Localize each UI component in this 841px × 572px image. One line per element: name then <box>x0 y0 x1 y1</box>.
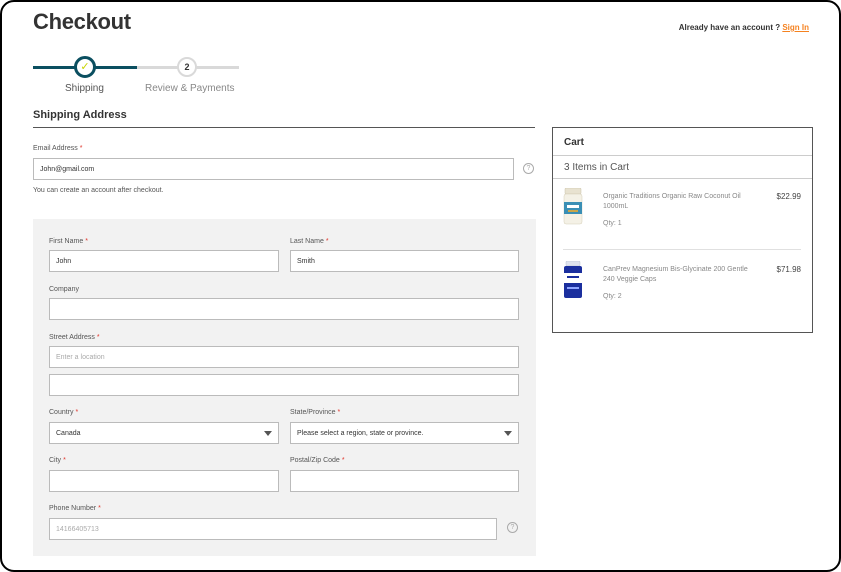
required-marker: * <box>96 334 100 341</box>
step-review-indicator: 2 <box>177 57 197 77</box>
street-label: Street Address * <box>49 334 100 341</box>
email-label-text: Email Address <box>33 145 78 152</box>
page-title: Checkout <box>33 9 131 34</box>
magnesium-product-image <box>564 261 582 298</box>
step-shipping-indicator: ✓ <box>74 56 96 78</box>
help-icon[interactable]: ? <box>523 163 534 174</box>
required-marker: * <box>63 457 66 464</box>
country-label: Country * <box>49 409 78 416</box>
first-name-field[interactable]: John <box>49 250 279 272</box>
checkout-page: Checkout Already have an account ? Sign … <box>0 0 841 572</box>
first-name-label-text: First Name <box>49 238 84 245</box>
section-title: Shipping Address <box>33 109 127 121</box>
cart-item-qty: Qty: 1 <box>603 220 622 227</box>
company-label: Company <box>49 286 79 293</box>
cart-item-price: $22.99 <box>776 192 801 201</box>
phone-label-text: Phone Number <box>49 505 97 512</box>
required-marker: * <box>98 505 101 512</box>
cart-divider <box>553 155 812 156</box>
cart-summary: Cart 3 Items in Cart Organic Traditions … <box>552 127 813 333</box>
country-select[interactable]: Canada <box>49 422 279 444</box>
postal-label: Postal/Zip Code * <box>290 457 345 464</box>
checkmark-icon: ✓ <box>80 60 90 73</box>
account-note: You can create an account after checkout… <box>33 187 164 194</box>
street-address-line2-field[interactable] <box>49 374 519 396</box>
cart-title: Cart <box>564 137 585 148</box>
city-label: City * <box>49 457 66 464</box>
help-icon[interactable]: ? <box>507 522 518 533</box>
account-prompt: Already have an account ? Sign In <box>679 23 809 32</box>
required-marker: * <box>75 409 79 416</box>
phone-field[interactable]: 14166405713 <box>49 518 497 540</box>
postal-label-text: Postal/Zip Code <box>290 457 340 464</box>
street-label-text: Street Address <box>49 334 95 341</box>
state-label-text: State/Province <box>290 409 336 416</box>
state-value: Please select a region, state or provinc… <box>297 429 424 437</box>
required-marker: * <box>337 409 341 416</box>
cart-item-qty: Qty: 2 <box>603 293 622 300</box>
state-select[interactable]: Please select a region, state or provinc… <box>290 422 519 444</box>
sign-in-link[interactable]: Sign In <box>782 23 809 32</box>
phone-label: Phone Number * <box>49 505 101 512</box>
cart-item-count[interactable]: 3 Items in Cart <box>564 162 629 173</box>
postal-code-field[interactable] <box>290 470 519 492</box>
cart-item-price: $71.98 <box>776 265 801 274</box>
chevron-down-icon <box>504 430 512 436</box>
company-field[interactable] <box>49 298 519 320</box>
country-value: Canada <box>56 429 81 437</box>
chevron-down-icon <box>264 430 272 436</box>
city-field[interactable] <box>49 470 279 492</box>
last-name-label: Last Name * <box>290 238 329 245</box>
last-name-label-text: Last Name <box>290 238 324 245</box>
cart-divider <box>553 178 812 179</box>
required-marker: * <box>341 457 345 464</box>
last-name-field[interactable]: Smith <box>290 250 519 272</box>
city-label-text: City <box>49 457 62 464</box>
cart-item-divider <box>563 249 801 250</box>
email-field[interactable]: John@gmail.com <box>33 158 514 180</box>
state-label: State/Province * <box>290 409 340 416</box>
required-marker: * <box>79 145 83 152</box>
street-address-field[interactable]: Enter a location <box>49 346 519 368</box>
step-review-label[interactable]: Review & Payments <box>145 83 234 94</box>
step-shipping-label: Shipping <box>65 83 104 94</box>
required-marker: * <box>85 238 88 245</box>
email-label: Email Address * <box>33 145 82 152</box>
cart-item-name[interactable]: CanPrev Magnesium Bis-Glycinate 200 Gent… <box>603 265 759 285</box>
first-name-label: First Name * <box>49 238 88 245</box>
country-label-text: Country <box>49 409 74 416</box>
section-divider <box>33 127 535 128</box>
required-marker: * <box>325 238 329 245</box>
cart-item-name[interactable]: Organic Traditions Organic Raw Coconut O… <box>603 192 759 212</box>
coconut-oil-product-image <box>563 188 583 225</box>
account-prompt-text: Already have an account ? <box>678 23 781 32</box>
